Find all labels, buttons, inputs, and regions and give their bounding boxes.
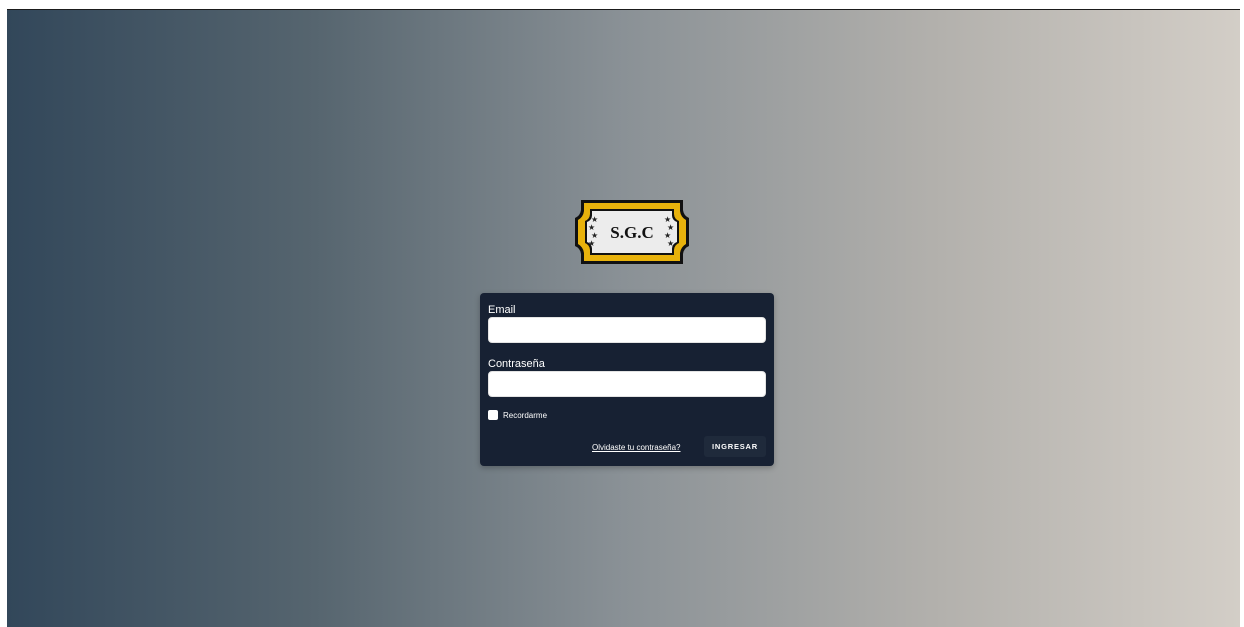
forgot-password-link[interactable]: Olvidaste tu contraseña? (592, 443, 681, 452)
login-submit-button[interactable]: INGRESAR (704, 436, 766, 457)
svg-text:★: ★ (588, 239, 595, 248)
email-label: Email (488, 304, 516, 316)
remember-label: Recordarme (503, 410, 548, 420)
remember-me[interactable]: Recordarme (488, 410, 547, 420)
app-logo: ★ ★ ★ ★ ★ ★ ★ ★ S.G.C (571, 196, 693, 268)
logo-text: S.G.C (610, 223, 653, 242)
login-page-background: ★ ★ ★ ★ ★ ★ ★ ★ S.G.C Email Contraseña R… (7, 9, 1240, 627)
login-form: Email Contraseña Recordarme Olvidaste tu… (480, 293, 774, 466)
email-field[interactable] (488, 317, 766, 343)
password-field[interactable] (488, 371, 766, 397)
remember-checkbox[interactable] (488, 410, 498, 420)
password-label: Contraseña (488, 358, 545, 370)
logo-emblem: ★ ★ ★ ★ ★ ★ ★ ★ S.G.C (575, 200, 689, 264)
svg-text:★: ★ (667, 239, 674, 248)
